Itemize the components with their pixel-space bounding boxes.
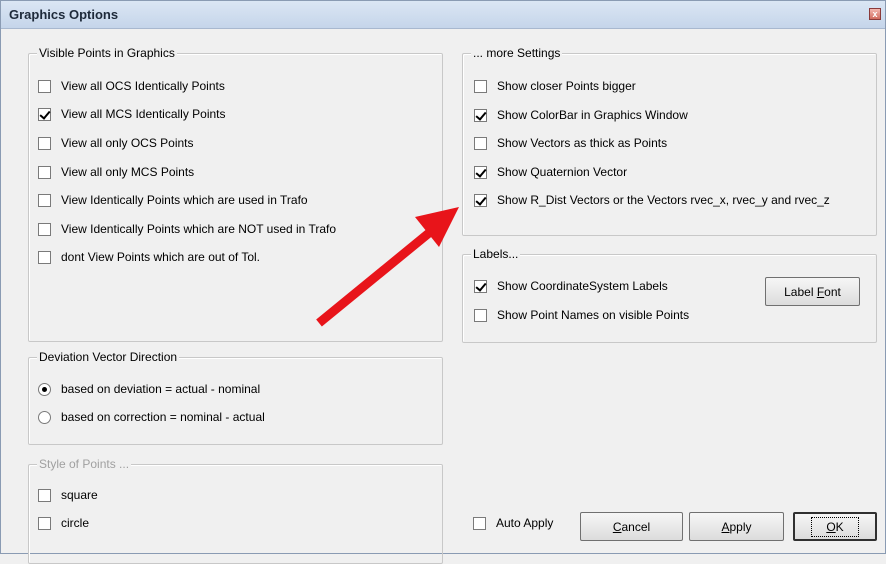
option-vectors-thick[interactable]: Show Vectors as thick as Points: [474, 135, 667, 151]
option-label: dont View Points which are out of Tol.: [61, 250, 261, 264]
option-square[interactable]: square: [38, 487, 98, 503]
style-of-points-group: Style of Points ... square circle: [28, 457, 443, 564]
option-show-colorbar[interactable]: Show ColorBar in Graphics Window: [474, 107, 688, 123]
option-view-all-ocs-identically[interactable]: View all OCS Identically Points: [38, 78, 225, 94]
option-auto-apply[interactable]: Auto Apply: [473, 515, 553, 531]
checkbox[interactable]: [473, 516, 486, 530]
more-settings-legend: ... more Settings: [471, 46, 563, 60]
checkbox[interactable]: [38, 222, 51, 236]
checkbox[interactable]: [474, 308, 487, 322]
checkbox[interactable]: [38, 136, 51, 150]
option-view-not-used-in-trafo[interactable]: View Identically Points which are NOT us…: [38, 221, 336, 237]
checkbox[interactable]: [38, 250, 51, 264]
close-icon[interactable]: x: [869, 8, 881, 20]
style-of-points-legend: Style of Points ...: [37, 457, 132, 471]
checkbox[interactable]: [38, 79, 51, 93]
checkbox[interactable]: [474, 136, 487, 150]
option-quaternion-vector[interactable]: Show Quaternion Vector: [474, 164, 627, 180]
graphics-options-dialog: Graphics Options x Visible Points in Gra…: [0, 0, 886, 564]
more-settings-group: ... more Settings Show closer Points big…: [462, 46, 877, 236]
checkbox[interactable]: [474, 79, 487, 93]
option-label: View Identically Points which are NOT us…: [61, 222, 337, 236]
option-circle[interactable]: circle: [38, 515, 89, 531]
cancel-button[interactable]: Cancel: [580, 512, 683, 541]
visible-points-legend: Visible Points in Graphics: [37, 46, 177, 60]
option-label: Show CoordinateSystem Labels: [497, 279, 668, 293]
labels-group: Labels... Show CoordinateSystem Labels S…: [462, 247, 877, 343]
option-coordinatesystem-labels[interactable]: Show CoordinateSystem Labels: [474, 278, 668, 294]
option-label: View all OCS Identically Points: [61, 79, 225, 93]
option-label: based on correction = nominal - actual: [61, 410, 265, 424]
option-label: View all only OCS Points: [61, 136, 194, 150]
checkbox[interactable]: [38, 165, 51, 179]
checkbox[interactable]: [474, 193, 487, 207]
title-bar: Graphics Options x: [1, 1, 885, 29]
checkbox[interactable]: [38, 516, 51, 530]
option-label: View all MCS Identically Points: [61, 107, 226, 121]
checkbox[interactable]: [38, 107, 51, 121]
option-view-only-ocs[interactable]: View all only OCS Points: [38, 135, 194, 151]
checkbox[interactable]: [474, 165, 487, 179]
button-label: Label Font: [784, 284, 841, 299]
deviation-legend: Deviation Vector Direction: [37, 350, 180, 364]
option-label: View Identically Points which are used i…: [61, 193, 308, 207]
option-rdist-vectors[interactable]: Show R_Dist Vectors or the Vectors rvec_…: [474, 192, 830, 208]
option-label: Show Vectors as thick as Points: [497, 136, 668, 150]
option-view-all-mcs-identically[interactable]: View all MCS Identically Points: [38, 106, 226, 122]
option-view-only-mcs[interactable]: View all only MCS Points: [38, 164, 194, 180]
option-label: Show Quaternion Vector: [497, 165, 628, 179]
option-label: square: [61, 488, 98, 502]
ok-button[interactable]: OK: [793, 512, 877, 541]
checkbox[interactable]: [474, 108, 487, 122]
option-label: Show Point Names on visible Points: [497, 308, 690, 322]
option-based-on-correction[interactable]: based on correction = nominal - actual: [38, 409, 265, 425]
option-label: Show ColorBar in Graphics Window: [497, 108, 688, 122]
radio-button[interactable]: [38, 382, 51, 396]
option-view-used-in-trafo[interactable]: View Identically Points which are used i…: [38, 192, 308, 208]
visible-points-group: Visible Points in Graphics View all OCS …: [28, 46, 443, 342]
option-closer-points-bigger[interactable]: Show closer Points bigger: [474, 78, 636, 94]
option-label: Show R_Dist Vectors or the Vectors rvec_…: [497, 193, 830, 207]
option-label: circle: [61, 516, 90, 530]
option-dont-view-out-of-tol[interactable]: dont View Points which are out of Tol.: [38, 249, 260, 265]
option-label: View all only MCS Points: [61, 165, 195, 179]
labels-legend: Labels...: [471, 247, 521, 261]
window-title: Graphics Options: [9, 7, 119, 22]
option-label: Auto Apply: [496, 516, 554, 530]
button-label: Apply: [721, 519, 752, 534]
apply-button[interactable]: Apply: [689, 512, 784, 541]
option-label: based on deviation = actual - nominal: [61, 382, 261, 396]
deviation-direction-group: Deviation Vector Direction based on devi…: [28, 350, 443, 445]
option-based-on-deviation[interactable]: based on deviation = actual - nominal: [38, 381, 260, 397]
checkbox[interactable]: [474, 279, 487, 293]
checkbox[interactable]: [38, 488, 51, 502]
button-label: OK: [811, 516, 859, 537]
radio-button[interactable]: [38, 410, 51, 424]
option-point-names[interactable]: Show Point Names on visible Points: [474, 307, 689, 323]
button-label: Cancel: [612, 519, 651, 534]
checkbox[interactable]: [38, 193, 51, 207]
option-label: Show closer Points bigger: [497, 79, 636, 93]
label-font-button[interactable]: Label Font: [765, 277, 860, 306]
